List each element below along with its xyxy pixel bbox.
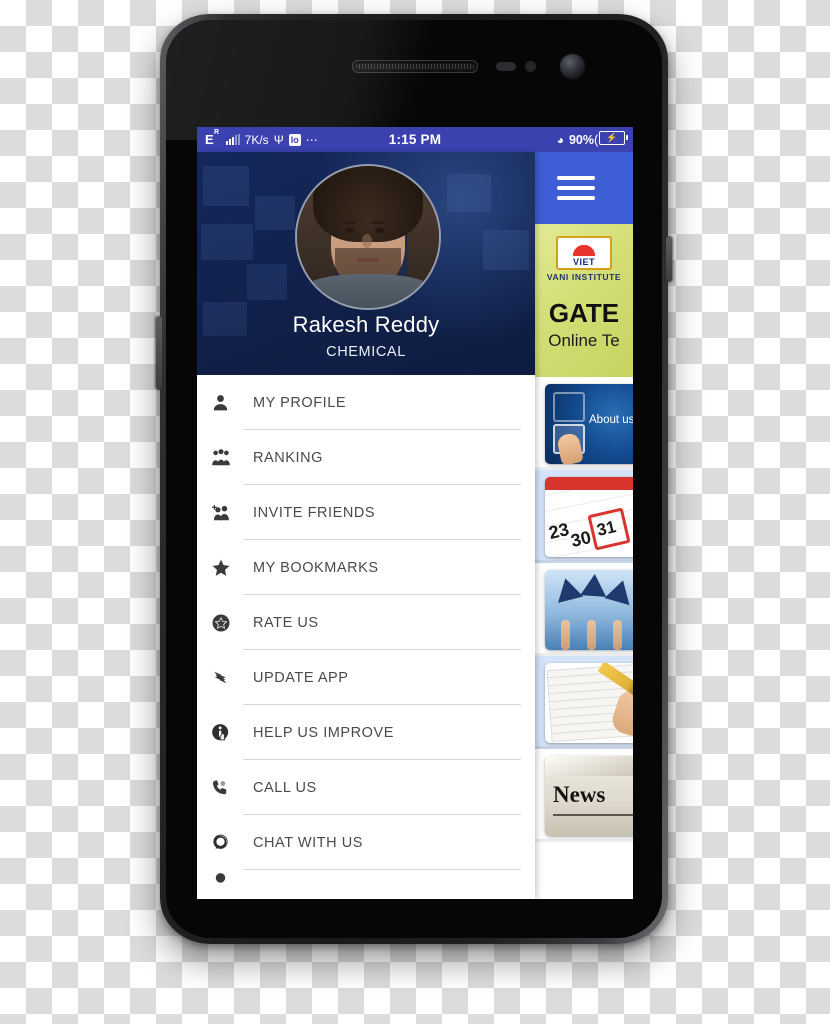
sidebar-item-my-bookmarks[interactable]: MY BOOKMARKS — [197, 540, 535, 595]
bg-square — [255, 196, 295, 230]
sidebar-item-label: INVITE FRIENDS — [253, 504, 376, 521]
battery-percent-label: 90% — [568, 132, 594, 147]
avatar[interactable] — [295, 164, 441, 310]
test-paper-thumbnail — [545, 662, 633, 743]
light-sensor-icon — [525, 61, 536, 72]
app-body: Rakesh Reddy CHEMICAL MY PROFILE RANKING… — [197, 152, 633, 899]
graduation-cap-icon — [604, 576, 633, 605]
promo-banner[interactable]: VIET VANI INSTITUTE GATE Online Te — [535, 224, 633, 377]
graduation-cap-icon — [580, 572, 608, 597]
status-bar: ER 7K/s Ψ Io ⋯ 1:15 PM ◕ 90% ( ⚡ — [197, 127, 633, 152]
avatar-nose — [362, 234, 372, 248]
screen-square-icon — [553, 391, 585, 422]
institute-name: VANI INSTITUTE — [546, 272, 622, 282]
graduation-thumbnail — [545, 569, 633, 650]
avatar-brow — [342, 221, 356, 224]
avatar-mouth — [357, 258, 379, 262]
partial-icon — [211, 870, 253, 888]
power-button[interactable] — [666, 236, 672, 282]
proximity-sensor-icon — [496, 62, 516, 71]
earpiece-speaker-icon — [352, 60, 478, 73]
profile-branch: CHEMICAL — [326, 344, 406, 360]
sidebar-item-label: MY PROFILE — [253, 394, 347, 411]
bg-square — [447, 174, 491, 212]
thumbnail-caption: News — [553, 781, 606, 807]
promo-title: GATE — [548, 298, 620, 328]
news-thumbnail: News — [545, 755, 633, 836]
divider — [553, 813, 633, 816]
drawer-menu-list: MY PROFILE RANKING INVITE FRIENDS MY BOO… — [197, 375, 535, 899]
sidebar-item-update-app[interactable]: UPDATE APP — [197, 650, 535, 705]
person-icon — [211, 393, 253, 412]
battery-cap-icon: ( — [594, 132, 599, 147]
group-people-icon — [211, 448, 253, 467]
list-item[interactable]: News — [535, 749, 633, 842]
phone-call-icon — [211, 778, 253, 797]
main-content: VIET VANI INSTITUTE GATE Online Te About… — [535, 152, 633, 899]
sun-rays-icon — [567, 239, 601, 256]
sidebar-item-label: HELP US IMPROVE — [253, 724, 394, 741]
profile-name: Rakesh Reddy — [292, 312, 440, 337]
sidebar-item-call-us[interactable]: CALL US — [197, 760, 535, 815]
bg-square — [247, 264, 287, 300]
sidebar-item-my-profile[interactable]: MY PROFILE — [197, 375, 535, 430]
hand-icon — [613, 619, 622, 650]
sidebar-item-label: RANKING — [253, 449, 323, 466]
status-bar-right: ◕ 90% ( ⚡ — [557, 131, 633, 148]
app-top-bar — [535, 152, 633, 224]
phone-screen: ER 7K/s Ψ Io ⋯ 1:15 PM ◕ 90% ( ⚡ Rakesh … — [197, 127, 633, 899]
avatar-hair — [313, 166, 423, 242]
sidebar-item-rate-us[interactable]: RATE US — [197, 595, 535, 650]
hand-icon — [561, 619, 570, 650]
promo-subtitle: Online Te — [548, 331, 620, 350]
hand-icon — [587, 619, 596, 650]
sidebar-item-chat-with-us[interactable]: CHAT WITH US — [197, 815, 535, 870]
battery-charging-icon: ⚡ — [599, 131, 628, 145]
drawer-profile-header: Rakesh Reddy CHEMICAL — [197, 152, 535, 375]
calendar-header — [545, 476, 633, 490]
calendar-thumbnail: 23 30 31 — [545, 476, 633, 557]
list-item[interactable]: About us — [535, 377, 633, 470]
avatar-brow — [371, 221, 385, 224]
logo-text: VIET — [572, 257, 595, 267]
sidebar-item-label: MY BOOKMARKS — [253, 559, 379, 576]
bg-square — [483, 230, 529, 270]
graduation-cap-icon — [552, 574, 584, 603]
list-item[interactable]: 23 30 31 — [535, 470, 633, 563]
content-card-list: About us 23 30 31 News — [535, 377, 633, 842]
vani-institute-logo: VIET — [556, 236, 612, 270]
sidebar-item-label: CHAT WITH US — [253, 834, 363, 851]
sidebar-item-next-partial[interactable] — [197, 870, 535, 888]
add-person-icon — [211, 503, 253, 522]
bg-square — [201, 224, 253, 260]
sidebar-item-help-us-improve[interactable]: HELP US IMPROVE — [197, 705, 535, 760]
volume-button[interactable] — [156, 316, 162, 390]
refresh-update-icon — [211, 668, 253, 687]
list-item[interactable] — [535, 656, 633, 749]
avatar-shirt — [301, 274, 435, 308]
star-badge-icon — [211, 613, 253, 633]
bg-square — [203, 166, 249, 206]
divider — [535, 839, 633, 842]
sidebar-item-invite-friends[interactable]: INVITE FRIENDS — [197, 485, 535, 540]
star-icon — [211, 558, 253, 578]
chat-bubble-icon — [211, 833, 253, 852]
about-us-thumbnail: About us — [545, 383, 633, 464]
navigation-drawer: Rakesh Reddy CHEMICAL MY PROFILE RANKING… — [197, 152, 535, 899]
hamburger-menu-icon[interactable] — [557, 176, 595, 201]
sidebar-item-ranking[interactable]: RANKING — [197, 430, 535, 485]
sidebar-item-label: UPDATE APP — [253, 669, 349, 686]
list-item[interactable] — [535, 563, 633, 656]
front-camera-icon — [560, 54, 585, 79]
avatar-eye — [345, 228, 354, 233]
paper-fold — [545, 755, 633, 776]
sidebar-item-label: RATE US — [253, 614, 319, 631]
sidebar-item-label: CALL US — [253, 779, 317, 796]
wifi-icon: ◕ — [556, 132, 564, 147]
thumbnail-caption: About us — [589, 413, 633, 426]
info-hand-icon — [211, 723, 253, 743]
avatar-eye — [375, 228, 384, 233]
